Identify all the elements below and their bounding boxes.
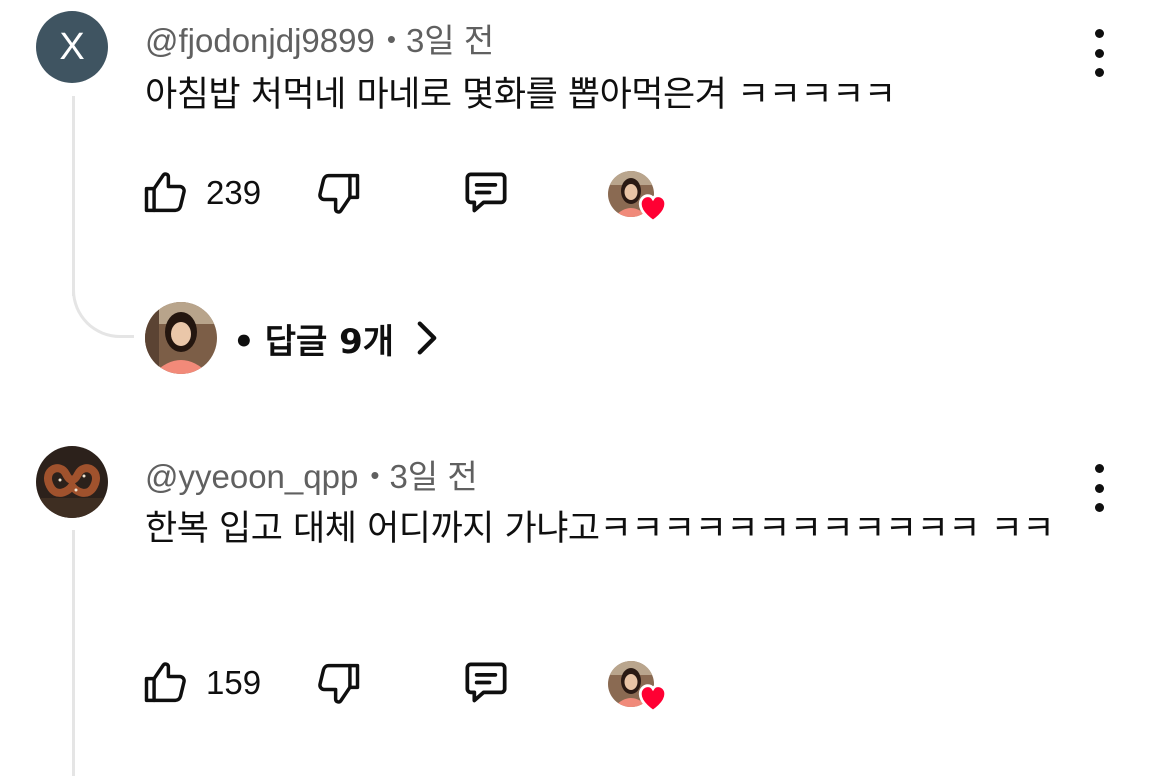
like-count: 239 <box>206 174 262 211</box>
like-count: 159 <box>206 664 262 701</box>
separator-dot: • <box>370 460 380 490</box>
reply-button[interactable] <box>458 165 514 221</box>
timestamp[interactable]: 3일 전 <box>389 458 477 495</box>
heart-icon <box>638 684 668 713</box>
reply-button[interactable] <box>458 655 514 711</box>
comment-text: 한복 입고 대체 어디까지 가냐고ㅋㅋㅋㅋㅋㅋㅋㅋㅋㅋㅋㅋ ㅋㅋ <box>145 509 1055 549</box>
comment-header: @fjodonjdj9899 • 3일 전 <box>145 14 494 62</box>
comment-icon <box>465 662 507 703</box>
creator-heart-badge <box>608 659 668 715</box>
timestamp[interactable]: 3일 전 <box>406 22 494 59</box>
reply-avatar <box>145 302 217 374</box>
dislike-button[interactable] <box>312 655 364 711</box>
user-avatar[interactable] <box>36 446 108 518</box>
username[interactable]: @fjodonjdj9899 <box>145 22 375 59</box>
thumbs-up-icon <box>144 172 186 213</box>
more-vertical-icon[interactable] <box>1084 29 1114 77</box>
replies-bullet: • <box>233 321 255 362</box>
thread-curve <box>72 290 134 338</box>
heart-icon <box>638 194 668 223</box>
thumbs-down-icon <box>318 173 360 214</box>
thread-line-1 <box>72 96 75 296</box>
chevron-right-icon <box>417 321 437 355</box>
like-button[interactable]: 239 <box>140 165 261 221</box>
replies-count: 답글 9개 <box>264 321 395 362</box>
more-vertical-icon[interactable] <box>1084 464 1114 512</box>
thread-line-2 <box>72 530 75 776</box>
creator-heart-badge <box>608 169 668 225</box>
user-avatar[interactable]: X <box>36 11 108 83</box>
thumbs-up-icon <box>144 662 186 703</box>
comment-icon <box>465 172 507 213</box>
avatar-letter: X <box>59 25 85 68</box>
comment-text: 아침밥 처먹네 마네로 몇화를 뽑아먹은겨 ㅋㅋㅋㅋㅋ <box>145 75 896 115</box>
view-replies-button[interactable]: • 답글 9개 <box>145 302 438 374</box>
thumbs-down-icon <box>318 663 360 704</box>
dislike-button[interactable] <box>312 165 364 221</box>
comment-header: @yyeoon_qpp • 3일 전 <box>145 450 478 498</box>
like-button[interactable]: 159 <box>140 655 261 711</box>
pretzel-avatar-image <box>36 446 108 518</box>
separator-dot: • <box>386 24 396 54</box>
username[interactable]: @yyeoon_qpp <box>145 458 358 495</box>
replies-label: • 답글 9개 <box>233 314 394 363</box>
